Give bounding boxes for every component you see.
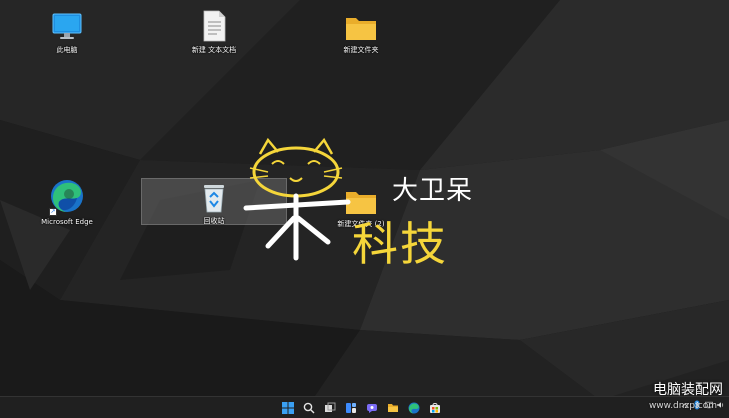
desktop-icon-label: 此电脑 (56, 46, 78, 54)
store-button[interactable] (427, 400, 442, 415)
search-button[interactable] (301, 400, 316, 415)
edge-icon (408, 402, 419, 413)
folder-icon (346, 18, 376, 40)
desktop-icon-this-pc[interactable]: 此电脑 (27, 6, 107, 55)
watermark-logo: 大卫呆 科技 (232, 132, 492, 272)
watermark-text-line2: 科技 (352, 217, 448, 271)
widgets-button[interactable] (343, 400, 358, 415)
file-explorer-icon (387, 403, 398, 412)
task-view-icon (324, 402, 335, 412)
search-icon (303, 402, 314, 413)
desktop-icon-label: 新建 文本文档 (191, 46, 237, 54)
site-watermark-url: www.dnzp.com (648, 401, 717, 411)
windows-start-icon (281, 401, 294, 414)
file-explorer-button[interactable] (385, 400, 400, 415)
chat-icon (366, 403, 377, 413)
desktop-icon-label: 新建文件夹 (343, 46, 379, 54)
desktop-icon-text-document[interactable]: 新建 文本文档 (174, 6, 254, 55)
monitor-icon (52, 13, 82, 39)
watermark-text-line1: 大卫呆 (392, 176, 474, 206)
desktop[interactable]: 此电脑 新建 文本文档 新建文件夹 ↗ Microsoft Edge 回收站 新… (0, 0, 729, 418)
edge-taskbar-button[interactable] (406, 400, 421, 415)
widgets-icon (345, 402, 356, 413)
volume-icon[interactable] (717, 400, 725, 410)
store-icon (429, 402, 440, 413)
recycle-bin-icon (204, 185, 224, 213)
desktop-icon-label: Microsoft Edge (41, 218, 93, 226)
desktop-icon-microsoft-edge[interactable]: ↗ Microsoft Edge (27, 176, 107, 227)
text-document-icon (203, 10, 226, 42)
taskbar-apps (280, 400, 442, 415)
taskbar (0, 396, 729, 418)
shortcut-arrow-icon: ↗ (49, 208, 57, 216)
start-button[interactable] (280, 400, 295, 415)
desktop-icon-new-folder[interactable]: 新建文件夹 (321, 6, 401, 55)
task-view-button[interactable] (322, 400, 337, 415)
chat-button[interactable] (364, 400, 379, 415)
